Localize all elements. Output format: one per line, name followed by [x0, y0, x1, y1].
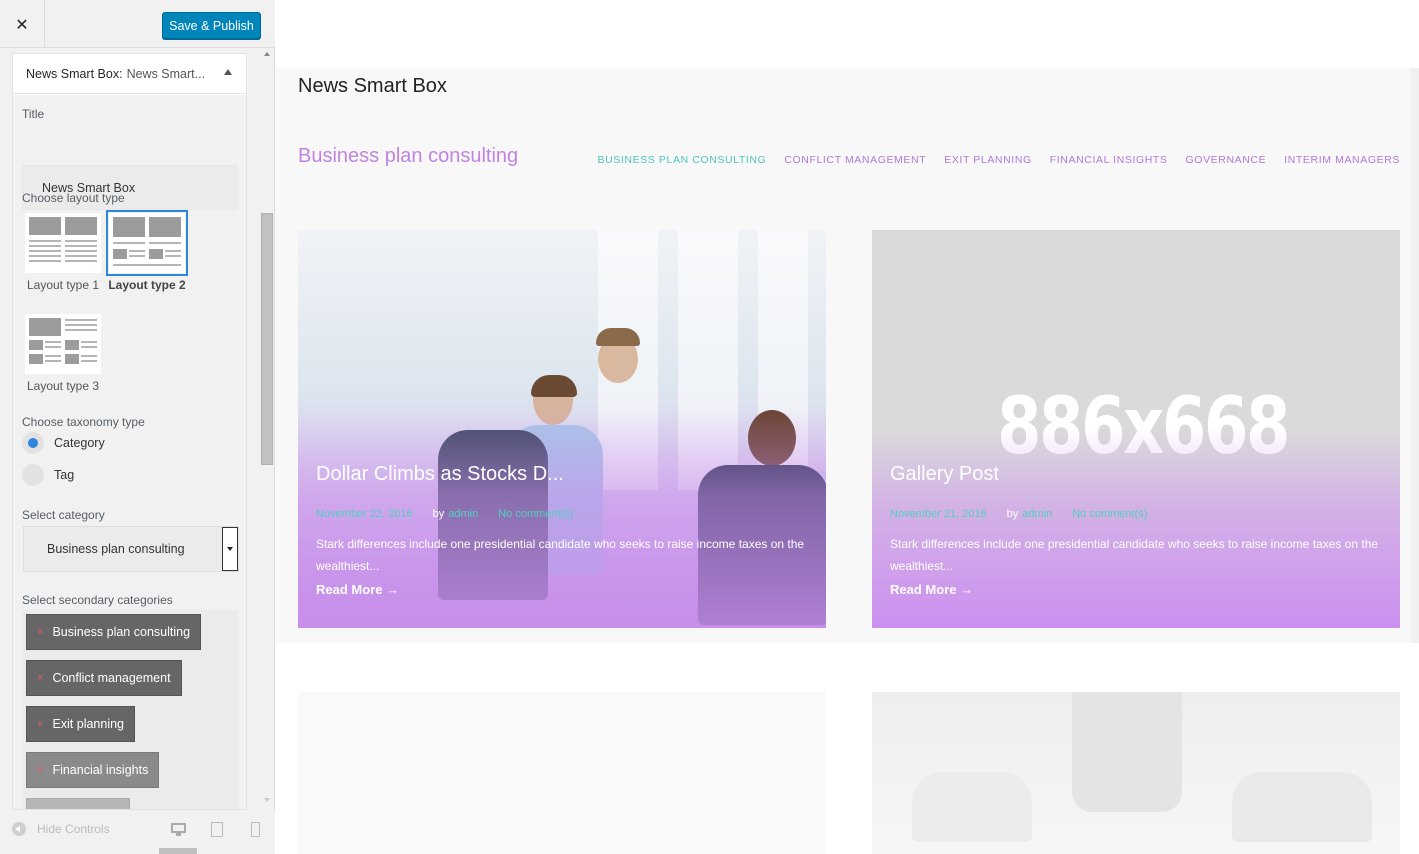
customizer-root: ✕ Save & Publish News Smart Box: News Sm…	[0, 0, 1419, 854]
secondary-tag-label: Exit planning	[52, 717, 125, 731]
site-preview: News Smart Box Business plan consulting …	[275, 0, 1419, 854]
tablet-preview-icon[interactable]	[210, 822, 228, 838]
remove-tag-icon[interactable]: ×	[37, 626, 43, 638]
secondary-tag[interactable]: × Exit planning	[26, 706, 136, 742]
category-heading[interactable]: Business plan consulting	[298, 145, 518, 168]
layout-2-thumbnail-icon	[106, 210, 188, 276]
taxonomy-type-label: Choose taxonomy type	[22, 415, 145, 429]
select-category-label: Select category	[22, 508, 105, 522]
save-publish-button[interactable]: Save & Publish	[162, 12, 261, 39]
dropdown-arrow-icon[interactable]	[222, 527, 238, 571]
radio-unchecked-icon	[22, 464, 44, 486]
layout-2-label: Layout type 2	[108, 278, 186, 292]
post-author[interactable]: admin	[1022, 508, 1052, 520]
post-meta: November 22, 2016 by admin No comment(s)	[316, 508, 573, 520]
category-tab[interactable]: FINANCIAL INSIGHTS	[1050, 154, 1168, 166]
layout-3-label: Layout type 3	[26, 379, 100, 393]
sidebar-scrollbar[interactable]	[259, 48, 275, 808]
scroll-down-arrow-icon[interactable]	[264, 798, 270, 802]
post-author[interactable]: admin	[448, 508, 478, 520]
desktop-preview-icon[interactable]	[170, 822, 188, 838]
secondary-categories-label: Select secondary categories	[22, 593, 173, 607]
secondary-tag-label: Business plan consulting	[52, 625, 191, 639]
post-card[interactable]: 886x668 Gallery Post November 21, 2016 b…	[872, 230, 1400, 628]
taxonomy-tag-label: Tag	[54, 468, 75, 482]
title-field-label: Title	[22, 107, 45, 121]
secondary-tag[interactable]: × Business plan consulting	[26, 614, 202, 650]
post-card[interactable]: Dollar Climbs as Stocks D... November 22…	[298, 230, 826, 628]
category-tab[interactable]: EXIT PLANNING	[944, 154, 1032, 166]
hide-controls-button[interactable]: Hide Controls	[12, 822, 110, 836]
customizer-sidebar: ✕ Save & Publish News Smart Box: News Sm…	[0, 0, 275, 854]
layout-option-1[interactable]: Layout type 1	[23, 213, 103, 292]
post-date[interactable]: November 21, 2016	[890, 508, 987, 520]
category-tab[interactable]: GOVERNANCE	[1186, 154, 1267, 166]
secondary-tag-label: Conflict management	[52, 671, 171, 685]
post-comments[interactable]: No comment(s)	[498, 508, 573, 520]
secondary-tag-label: Financial insights	[52, 763, 149, 777]
category-tab[interactable]: INTERIM MANAGERS	[1284, 154, 1400, 166]
taxonomy-radio-category[interactable]: Category	[22, 432, 105, 454]
customizer-header: ✕ Save & Publish	[0, 0, 275, 48]
scroll-up-arrow-icon[interactable]	[264, 52, 270, 56]
post-title[interactable]: Dollar Climbs as Stocks D...	[316, 463, 564, 486]
post-comments[interactable]: No comment(s)	[1072, 508, 1147, 520]
customizer-footer: Hide Controls	[0, 810, 275, 854]
remove-tag-icon[interactable]: ×	[37, 718, 43, 730]
post-by-label: by	[432, 508, 445, 520]
close-icon: ✕	[15, 14, 29, 34]
post-gradient-overlay	[872, 428, 1400, 628]
category-select[interactable]: Business plan consulting	[23, 526, 239, 572]
secondary-tag[interactable]: × Conflict management	[26, 660, 182, 696]
preview-scrollbar[interactable]	[1411, 68, 1419, 643]
secondary-tag[interactable]: × Financial insights	[26, 752, 160, 788]
category-tabs: BUSINESS PLAN CONSULTING CONFLICT MANAGE…	[580, 154, 1401, 166]
active-device-indicator	[159, 848, 197, 854]
post-excerpt: Stark differences include one presidenti…	[316, 537, 805, 573]
radio-checked-icon	[22, 432, 44, 454]
category-tab[interactable]: CONFLICT MANAGEMENT	[784, 154, 926, 166]
category-select-value: Business plan consulting	[47, 542, 185, 556]
read-more-link[interactable]: Read More →	[890, 582, 973, 597]
scrollbar-thumb[interactable]	[261, 213, 273, 465]
post-meta: November 21, 2016 by admin No comment(s)	[890, 508, 1147, 520]
taxonomy-radio-tag[interactable]: Tag	[22, 464, 74, 486]
layout-option-2[interactable]: Layout type 2	[106, 210, 188, 292]
post-excerpt: Stark differences include one presidenti…	[890, 537, 1379, 573]
layout-3-thumbnail-icon	[25, 314, 101, 374]
read-more-link[interactable]: Read More →	[316, 582, 399, 597]
secondary-tag-partial[interactable]	[26, 798, 130, 809]
layout-type-label: Choose layout type	[22, 191, 125, 205]
post-by-label: by	[1006, 508, 1019, 520]
remove-tag-icon[interactable]: ×	[37, 764, 43, 776]
collapse-arrow-icon[interactable]	[224, 69, 232, 75]
widget-panel-header[interactable]: News Smart Box: News Smart...	[13, 54, 246, 94]
post-card-faded[interactable]	[872, 692, 1400, 854]
post-title[interactable]: Gallery Post	[890, 463, 999, 486]
layout-1-label: Layout type 1	[26, 278, 100, 292]
taxonomy-category-label: Category	[54, 436, 105, 450]
widget-panel: News Smart Box: News Smart... Title News…	[12, 53, 247, 810]
hide-controls-label: Hide Controls	[37, 822, 110, 836]
layout-option-3[interactable]: Layout type 3	[23, 314, 103, 393]
collapse-sidebar-icon	[12, 822, 26, 836]
remove-tag-icon[interactable]: ×	[37, 672, 43, 684]
widget-type-label: News Smart Box:	[26, 66, 123, 81]
layout-1-thumbnail-icon	[25, 213, 101, 273]
widget-panel-body: Title News Smart Box Choose layout type	[13, 95, 246, 809]
secondary-categories-multiselect[interactable]: × Business plan consulting × Conflict ma…	[22, 610, 238, 809]
widget-heading: News Smart Box	[298, 75, 447, 97]
widget-title-label: News Smart...	[126, 66, 206, 81]
category-tab[interactable]: BUSINESS PLAN CONSULTING	[598, 154, 767, 166]
mobile-preview-icon[interactable]	[250, 822, 268, 838]
post-date[interactable]: November 22, 2016	[316, 508, 413, 520]
post-card-faded[interactable]	[298, 692, 826, 854]
close-customizer-button[interactable]: ✕	[0, 0, 45, 48]
